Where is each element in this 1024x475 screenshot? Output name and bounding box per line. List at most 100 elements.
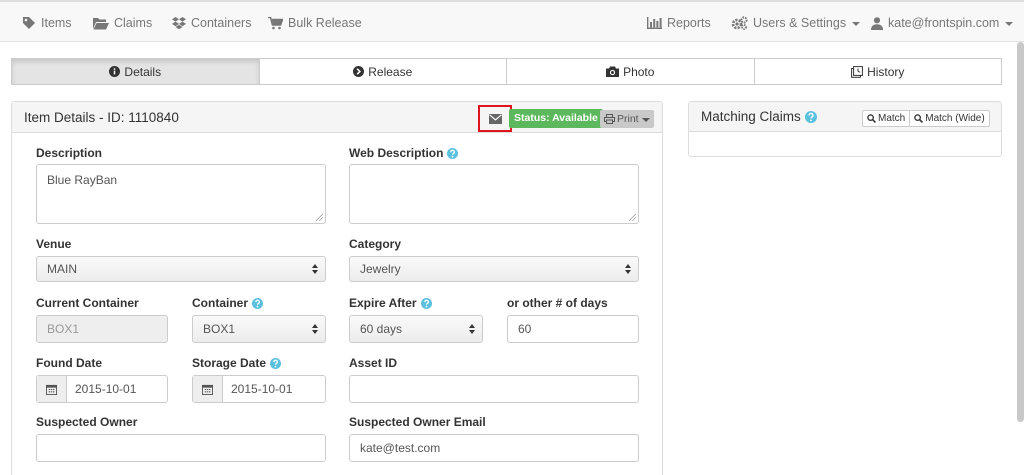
resize-handle[interactable] [629,214,636,221]
tab-release-label: Release [368,64,413,79]
status-badge: Status: Available [509,109,603,128]
calendar-icon[interactable] [193,376,223,402]
info-circle-icon [109,66,121,77]
top-navbar: Items Claims Containers Bulk Release Rep… [0,0,1024,42]
matching-claims-panel: Matching Claims Match Match (Wide) [688,101,1002,157]
nav-users-settings[interactable]: Users & Settings [731,14,861,32]
current-container-field: BOX1 [36,315,168,343]
tab-history-label: History [867,64,905,79]
other-days-label: or other # of days [507,296,608,310]
web-description-field[interactable] [349,164,639,224]
storage-date-value: 2015-10-01 [231,382,293,396]
arrow-circle-right-icon [353,66,365,77]
nav-user-menu[interactable]: kate@frontspin.com [871,14,1014,32]
storage-date-label-text: Storage Date [192,356,267,370]
nav-claims-label: Claims [114,16,153,30]
nav-user-label: kate@frontspin.com [888,16,1000,30]
print-button-label: Print [617,113,639,125]
folder-open-icon [93,17,109,30]
suspected-owner-email-value: kate@test.com [360,441,441,455]
suspected-owner-email-label: Suspected Owner Email [349,415,486,429]
resize-handle[interactable] [316,214,323,221]
print-button[interactable]: Print [600,110,654,128]
nav-items-label: Items [41,16,72,30]
chevron-down-icon [641,117,650,122]
tab-photo-label: Photo [623,64,655,79]
select-arrows-icon [312,264,318,274]
nav-users-settings-label: Users & Settings [753,16,847,30]
description-label: Description [36,146,103,160]
cart-icon [268,16,283,30]
venue-value: MAIN [47,262,77,276]
asset-id-label: Asset ID [349,356,398,370]
found-date-label: Found Date [36,356,102,370]
match-wide-button[interactable]: Match (Wide) [910,110,990,127]
other-days-value: 60 [518,322,532,336]
suspected-owner-input[interactable] [36,434,326,462]
matching-claims-title: Matching Claims [701,109,817,124]
tab-details-label: Details [124,64,162,79]
nav-bulk-release-label: Bulk Release [288,16,362,30]
container-value: BOX1 [203,322,236,336]
other-days-input[interactable]: 60 [507,315,639,343]
question-circle-icon[interactable] [447,147,459,159]
web-description-label-text: Web Description [349,146,444,160]
container-label-text: Container [192,296,249,310]
bar-chart-icon [647,17,662,29]
venue-select[interactable]: MAIN [36,256,326,282]
description-value: Blue RayBan [47,173,118,187]
matching-claims-heading: Matching Claims Match Match (Wide) [689,102,1001,132]
select-arrows-icon [312,324,318,334]
question-circle-icon[interactable] [270,357,282,369]
history-icon [851,65,863,78]
question-circle-icon[interactable] [252,297,264,309]
storage-date-label: Storage Date [192,356,282,370]
nav-claims[interactable]: Claims [93,14,152,32]
page-scrollbar[interactable] [1017,42,1024,422]
container-label: Container [192,296,264,310]
calendar-icon[interactable] [37,376,67,402]
nav-reports[interactable]: Reports [647,14,711,32]
tag-icon [22,16,36,30]
match-wide-button-label: Match (Wide) [925,113,985,124]
category-value: Jewelry [360,262,401,276]
tab-history[interactable]: History [754,58,1002,85]
description-field[interactable]: Blue RayBan [36,164,326,224]
nav-containers[interactable]: Containers [172,14,251,32]
asset-id-input[interactable] [349,375,639,403]
item-details-heading: Item Details - ID: 1110840 Status: Avail… [12,102,662,133]
item-tabs: Details Release Photo History [11,58,1002,85]
select-arrows-icon [469,324,475,334]
tab-photo[interactable]: Photo [507,58,755,85]
nav-reports-label: Reports [667,16,711,30]
suspected-owner-email-input[interactable]: kate@test.com [349,434,639,462]
envelope-icon [489,114,502,124]
email-button[interactable] [489,113,502,127]
search-icon [914,114,924,123]
tab-details[interactable]: Details [11,58,260,85]
nav-items[interactable]: Items [22,14,72,32]
suspected-owner-label: Suspected Owner [36,415,138,429]
container-select[interactable]: BOX1 [192,315,326,343]
venue-label: Venue [36,237,72,251]
select-arrows-icon [625,264,631,274]
category-select[interactable]: Jewelry [349,256,639,282]
expire-after-select[interactable]: 60 days [349,315,483,343]
current-container-value: BOX1 [47,322,80,336]
found-date-field[interactable]: 2015-10-01 [36,375,168,403]
match-button[interactable]: Match [862,110,911,127]
expire-after-label-text: Expire After [349,296,417,310]
matching-claims-title-text: Matching Claims [701,109,801,124]
question-circle-icon[interactable] [804,110,817,123]
question-circle-icon[interactable] [420,297,432,309]
chevron-down-icon [1005,21,1014,26]
storage-date-field[interactable]: 2015-10-01 [192,375,326,403]
tab-release[interactable]: Release [259,58,507,85]
camera-icon [606,66,620,77]
user-icon [871,16,883,30]
category-label: Category [349,237,402,251]
expire-after-value: 60 days [360,322,403,336]
current-container-label: Current Container [36,296,139,310]
page-title: Item Details - ID: 1110840 [24,110,179,125]
nav-bulk-release[interactable]: Bulk Release [268,14,362,32]
